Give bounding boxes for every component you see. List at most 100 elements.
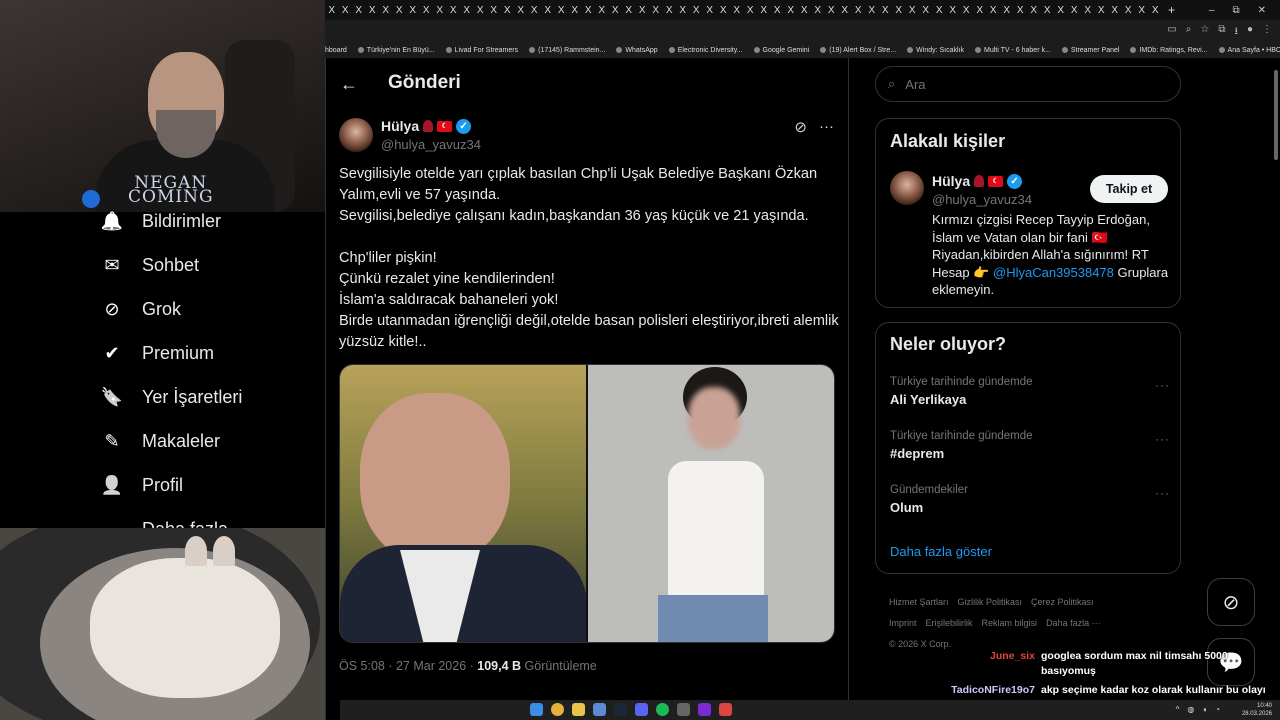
more-options-icon[interactable]: ···: [1155, 378, 1170, 392]
tab-close-icon[interactable]: X: [474, 5, 488, 16]
app-icon[interactable]: [593, 703, 606, 716]
tab-close-icon[interactable]: X: [852, 5, 866, 16]
bookmark-item[interactable]: Windy: Sıcaklık: [907, 47, 964, 54]
tab-close-icon[interactable]: X: [366, 5, 380, 16]
tab-close-icon[interactable]: X: [919, 5, 933, 16]
tab-close-icon[interactable]: X: [582, 5, 596, 16]
tray-arrow-icon[interactable]: ^: [1176, 705, 1180, 714]
tab-close-icon[interactable]: X: [906, 5, 920, 16]
footer-link[interactable]: Imprint: [889, 618, 917, 628]
tab-close-icon[interactable]: X: [825, 5, 839, 16]
bookmark-item[interactable]: (17145) Rammstein...: [529, 47, 605, 54]
spotify-icon[interactable]: [656, 703, 669, 716]
footer-link[interactable]: Reklam bilgisi: [982, 618, 1038, 628]
tab-close-icon[interactable]: X: [649, 5, 663, 16]
nav-item-bildirimler[interactable]: 🔔 Bildirimler: [100, 209, 221, 233]
bookmark-item[interactable]: hboard: [325, 47, 347, 54]
footer-link[interactable]: Gizlilik Politikası: [958, 597, 1023, 607]
tab-close-icon[interactable]: X: [879, 5, 893, 16]
tab-close-icon[interactable]: X: [447, 5, 461, 16]
tab-close-icon[interactable]: X: [784, 5, 798, 16]
post-media[interactable]: [339, 364, 835, 643]
media-image-man[interactable]: [340, 365, 587, 642]
tab-close-icon[interactable]: X: [528, 5, 542, 16]
bookmark-item[interactable]: Electronic Diversity...: [668, 47, 743, 54]
tab-close-icon[interactable]: X: [1135, 5, 1149, 16]
clock[interactable]: 10:40 28.03.2026: [1242, 702, 1272, 718]
tab-close-icon[interactable]: X: [987, 5, 1001, 16]
zoom-icon[interactable]: ⌕: [1186, 24, 1192, 41]
tab-close-icon[interactable]: X: [892, 5, 906, 16]
tab-close-icon[interactable]: X: [1014, 5, 1028, 16]
tab-close-icon[interactable]: X: [460, 5, 474, 16]
tab-close-icon[interactable]: X: [420, 5, 434, 16]
tab-close-icon[interactable]: X: [1149, 5, 1163, 16]
bookmark-item[interactable]: Livad For Streamers: [445, 47, 518, 54]
grok-fab-button[interactable]: ⊘: [1207, 578, 1255, 626]
tab-close-icon[interactable]: X: [339, 5, 353, 16]
scrollbar[interactable]: [1272, 60, 1280, 700]
star-icon[interactable]: ☆: [1200, 24, 1209, 41]
minimize-button[interactable]: –: [1209, 5, 1215, 16]
tab-close-icon[interactable]: X: [1054, 5, 1068, 16]
more-options-icon[interactable]: ···: [1155, 432, 1170, 446]
related-avatar[interactable]: [890, 171, 924, 205]
steam-icon[interactable]: [614, 703, 627, 716]
bookmark-item[interactable]: Multi TV - 6 haber k...: [975, 47, 1051, 54]
more-options-icon[interactable]: ···: [819, 118, 834, 136]
tab-close-icon[interactable]: X: [1122, 5, 1136, 16]
start-icon[interactable]: [530, 703, 543, 716]
bookmark-item[interactable]: Google Gemini: [753, 47, 809, 54]
author-handle[interactable]: @hulya_yavuz34: [381, 137, 481, 152]
tab-close-icon[interactable]: X: [730, 5, 744, 16]
tab-close-icon[interactable]: X: [973, 5, 987, 16]
tab-close-icon[interactable]: X: [676, 5, 690, 16]
tab-close-icon[interactable]: X: [865, 5, 879, 16]
tab-close-icon[interactable]: X: [703, 5, 717, 16]
nav-item-yer-i̇şaretleri[interactable]: 🔖 Yer İşaretleri: [100, 385, 243, 409]
volume-icon[interactable]: ◖: [1202, 705, 1207, 714]
tab-close-icon[interactable]: X: [636, 5, 650, 16]
tab-close-icon[interactable]: X: [771, 5, 785, 16]
tab-close-icon[interactable]: X: [501, 5, 515, 16]
tab-close-icon[interactable]: X: [946, 5, 960, 16]
post-time[interactable]: ÖS 5:08 · 27 Mar 2026 ·: [339, 659, 477, 673]
menu-icon[interactable]: ⋮: [1262, 24, 1272, 41]
discord-icon[interactable]: [635, 703, 648, 716]
tab-close-icon[interactable]: X: [717, 5, 731, 16]
close-window-button[interactable]: ✕: [1258, 5, 1266, 16]
tab-close-icon[interactable]: X: [1108, 5, 1122, 16]
app-icon[interactable]: [719, 703, 732, 716]
tab-close-icon[interactable]: X: [798, 5, 812, 16]
footer-link[interactable]: Erişilebilirlik: [926, 618, 973, 628]
scrollbar-thumb[interactable]: [1274, 70, 1278, 160]
tab-close-icon[interactable]: X: [933, 5, 947, 16]
tab-close-icon[interactable]: X: [595, 5, 609, 16]
footer-link[interactable]: Hizmet Şartları: [889, 597, 949, 607]
tab-close-icon[interactable]: X: [1000, 5, 1014, 16]
tab-close-icon[interactable]: X: [406, 5, 420, 16]
new-tab-button[interactable]: +: [1168, 3, 1175, 17]
media-image-woman[interactable]: [586, 365, 834, 642]
related-handle[interactable]: @hulya_yavuz34: [932, 192, 1032, 207]
tab-close-icon[interactable]: X: [609, 5, 623, 16]
tab-close-icon[interactable]: X: [1027, 5, 1041, 16]
more-options-icon[interactable]: ···: [1155, 486, 1170, 500]
author-avatar[interactable]: [339, 118, 373, 152]
tab-close-icon[interactable]: X: [487, 5, 501, 16]
tab-close-icon[interactable]: X: [352, 5, 366, 16]
tab-close-icon[interactable]: X: [568, 5, 582, 16]
related-name[interactable]: Hülya: [932, 173, 970, 189]
nav-item-sohbet[interactable]: ✉ Sohbet: [100, 253, 199, 277]
tab-close-icon[interactable]: X: [325, 5, 339, 16]
back-arrow-icon[interactable]: ←: [340, 74, 358, 95]
tab-close-icon[interactable]: X: [393, 5, 407, 16]
bookmark-item[interactable]: IMDb: Ratings, Revi...: [1130, 47, 1208, 54]
trend-item[interactable]: Türkiye tarihinde gündemde Ali Yerlikaya…: [890, 376, 1170, 407]
footer-link[interactable]: Daha fazla ···: [1046, 618, 1101, 628]
author-name[interactable]: Hülya: [381, 118, 419, 134]
tab-close-icon[interactable]: X: [514, 5, 528, 16]
author-name-row[interactable]: Hülya ☾ ✓: [381, 118, 472, 134]
tab-close-icon[interactable]: X: [1095, 5, 1109, 16]
search-box[interactable]: ⌕: [875, 66, 1181, 102]
